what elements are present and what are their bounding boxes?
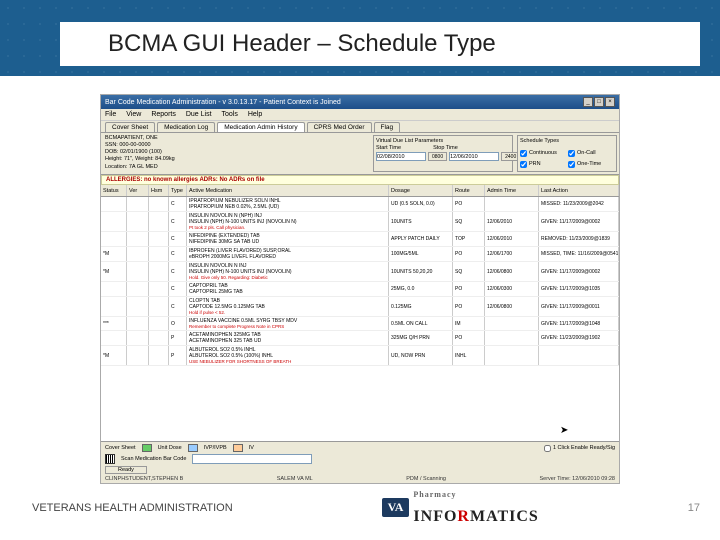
table-row[interactable]: *MCIBPROFEN (LIVER FLAVORED) SUSP,ORALeB…	[101, 247, 619, 262]
vdl-start-hour[interactable]: 0800	[428, 152, 447, 161]
col-last[interactable]: Last Action	[539, 185, 619, 196]
col-type[interactable]: Type	[169, 185, 187, 196]
table-row[interactable]: CCLOPTN TABCAPTODE 12.5MG 0.125MG TABHol…	[101, 297, 619, 317]
tab-cprs[interactable]: CPRS Med Order	[307, 122, 372, 132]
tab-adminhistory[interactable]: Medication Admin History	[217, 122, 304, 132]
table-row[interactable]: CCAPTOPRIL TABCAPTOPRIL 25MG TAB25MG, 0.…	[101, 282, 619, 297]
legend-iv[interactable]: IV	[249, 445, 254, 451]
table-row[interactable]: *MCINSULIN NOVOLIN N INJINSULIN (NPH) N-…	[101, 262, 619, 282]
legend-ivp-icon	[188, 444, 198, 452]
header-pane: BCMAPATIENT, ONE SSN: 000-00-0000 DOB: 0…	[101, 133, 619, 175]
col-hsm[interactable]: Hsm	[149, 185, 169, 196]
chk-continuous[interactable]: Continuous	[520, 148, 566, 158]
vdl-title: Virtual Due List Parameters	[376, 138, 510, 144]
menu-help[interactable]: Help	[248, 111, 262, 118]
chk-prn[interactable]: PRN	[520, 159, 566, 169]
menu-duelist[interactable]: Due List	[186, 111, 212, 118]
allergy-bar: ALLERGIES: no known allergies ADRs: No A…	[101, 175, 619, 185]
tab-medlog[interactable]: Medication Log	[157, 122, 215, 132]
slide-header: BCMA GUI Header – Schedule Type	[0, 0, 720, 76]
window-controls: _ □ ×	[583, 97, 615, 107]
menu-reports[interactable]: Reports	[151, 111, 176, 118]
chk-onetime-box[interactable]	[568, 161, 575, 168]
schedule-title: Schedule Types	[520, 138, 614, 147]
cursor-icon: ➤	[560, 425, 568, 436]
patient-hw: Height: 71", Weight: 84.09kg	[105, 156, 367, 163]
menubar: File View Reports Due List Tools Help	[101, 109, 619, 121]
bcma-window: Bar Code Medication Administration - v 3…	[100, 94, 620, 484]
vha-label: VETERANS HEALTH ADMINISTRATION	[32, 502, 233, 514]
legend-iv-icon	[233, 444, 243, 452]
chk-prn-box[interactable]	[520, 161, 527, 168]
patient-name: BCMAPATIENT, ONE	[105, 135, 367, 142]
menu-tools[interactable]: Tools	[222, 111, 238, 118]
cover-label: Cover Sheet	[105, 445, 136, 451]
window-titlebar: Bar Code Medication Administration - v 3…	[101, 95, 619, 109]
legend-unitdose[interactable]: Unit Dose	[158, 445, 182, 451]
vdl-stop-label: Stop Time	[433, 145, 458, 151]
col-dosage[interactable]: Dosage	[389, 185, 453, 196]
pharmacy-sup: Pharmacy	[413, 490, 456, 499]
chk-onetime[interactable]: One-Time	[568, 159, 614, 169]
bottom-bar: Cover Sheet Unit Dose IVP/IVPB IV 1 Clic…	[101, 441, 619, 483]
schedule-types: Schedule Types Continuous On-Call PRN On…	[517, 135, 617, 172]
barcode-icon	[105, 454, 115, 464]
vdl-stop-date[interactable]	[449, 152, 499, 161]
chk-oncall[interactable]: On-Call	[568, 148, 614, 158]
grid-body[interactable]: CIPRATROPIUM NEBULIZER SOLN INHLIPRATROP…	[101, 197, 619, 441]
vdl-start-date[interactable]	[376, 152, 426, 161]
status-user: CLINPHSTUDENT,STEPHEN B	[105, 476, 183, 482]
status-site: SALEM VA ML	[277, 476, 313, 482]
window-title: Bar Code Medication Administration - v 3…	[105, 99, 341, 106]
minimize-button[interactable]: _	[583, 97, 593, 107]
col-admin[interactable]: Admin Time	[485, 185, 539, 196]
chk-oncall-box[interactable]	[568, 150, 575, 157]
patient-ssn: SSN: 000-00-0000	[105, 142, 367, 149]
status-mode: PDM / Scanning	[406, 476, 446, 482]
patient-dob: DOB: 02/01/1900 (100)	[105, 149, 367, 156]
scan-label: Scan Medication Bar Code	[121, 456, 186, 462]
vdl-start-label: Start Time	[376, 145, 401, 151]
tab-flag[interactable]: Flag	[374, 122, 401, 132]
chk-continuous-box[interactable]	[520, 150, 527, 157]
tab-coversheet[interactable]: Cover Sheet	[105, 122, 155, 132]
ready-indicator: Ready	[105, 466, 147, 474]
page-number: 17	[688, 502, 700, 514]
close-button[interactable]: ×	[605, 97, 615, 107]
maximize-button[interactable]: □	[594, 97, 604, 107]
menu-file[interactable]: File	[105, 111, 116, 118]
table-row[interactable]: PACETAMINOPHEN 325MG TABACETAMINOPHEN 32…	[101, 331, 619, 346]
va-badge: VA	[382, 498, 410, 517]
enable-click-box[interactable]	[544, 445, 551, 452]
table-row[interactable]: CINSULIN NOVOLIN N (NPH) INJINSULIN (NPH…	[101, 212, 619, 232]
menu-view[interactable]: View	[126, 111, 141, 118]
patient-info: BCMAPATIENT, ONE SSN: 000-00-0000 DOB: 0…	[101, 133, 371, 174]
table-row[interactable]: CIPRATROPIUM NEBULIZER SOLN INHLIPRATROP…	[101, 197, 619, 212]
status-time: Server Time: 12/06/2010 09:28	[539, 476, 615, 482]
table-row[interactable]: CNIFEDIPINE (EXTENDED) TABNIFEDIPINE 30M…	[101, 232, 619, 247]
slide-title: BCMA GUI Header – Schedule Type	[60, 22, 700, 66]
enable-click[interactable]: 1 Click Enable Ready/Sig	[544, 445, 615, 452]
scan-input[interactable]	[192, 454, 312, 464]
vdl-parameters: Virtual Due List Parameters Start Time S…	[373, 135, 513, 172]
table-row[interactable]: ***OINFLUENZA VACCINE 0.5ML SYRG TBSY MD…	[101, 317, 619, 331]
col-status[interactable]: Status	[101, 185, 127, 196]
col-med[interactable]: Active Medication	[187, 185, 389, 196]
col-ver[interactable]: Ver	[127, 185, 149, 196]
grid-header: Status Ver Hsm Type Active Medication Do…	[101, 185, 619, 197]
legend-unitdose-icon	[142, 444, 152, 452]
slide-footer: VETERANS HEALTH ADMINISTRATION VA Pharma…	[32, 490, 700, 526]
tab-bar: Cover Sheet Medication Log Medication Ad…	[101, 121, 619, 133]
legend-ivp[interactable]: IVP/IVPB	[204, 445, 227, 451]
table-row[interactable]: *MPALBUTEROL SO2 0.5% INHLALBUTEROL SO2 …	[101, 346, 619, 366]
informatics-logo: VA Pharmacy INFORMATICS	[382, 490, 539, 526]
col-route[interactable]: Route	[453, 185, 485, 196]
patient-loc: Location: 7A GL MED	[105, 164, 367, 171]
